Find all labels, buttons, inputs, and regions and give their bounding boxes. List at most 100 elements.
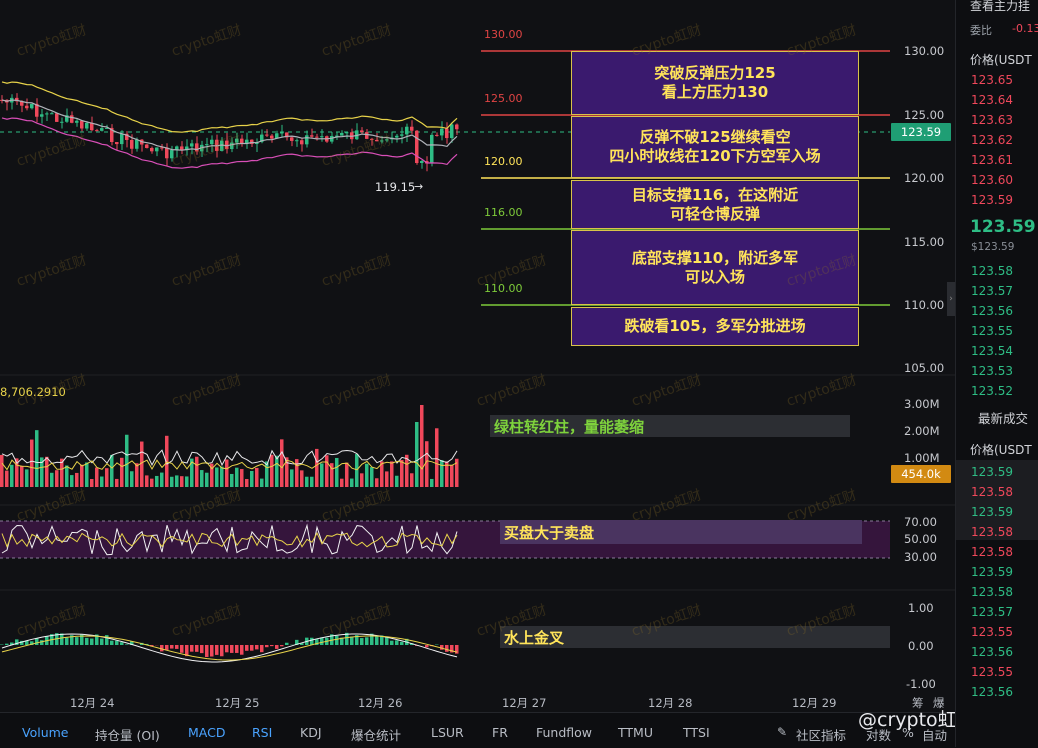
volume-bar bbox=[105, 468, 109, 487]
trade-price: 123.58 bbox=[971, 485, 1013, 499]
tab-community-indicators[interactable]: 社区指标 bbox=[796, 725, 846, 744]
tab-fundflow[interactable]: Fundflow bbox=[536, 725, 592, 740]
volume-bar bbox=[305, 477, 309, 487]
ask-price[interactable]: 123.63 bbox=[971, 113, 1013, 127]
bid-price[interactable]: 123.53 bbox=[971, 364, 1013, 378]
volume-bar bbox=[35, 430, 39, 487]
macd-histogram-bar bbox=[125, 644, 129, 645]
price-candle bbox=[80, 121, 84, 129]
volume-bar bbox=[20, 466, 24, 487]
tab-volume[interactable]: Volume bbox=[22, 725, 69, 740]
volume-note: 绿柱转红柱，量能萎缩 bbox=[490, 415, 850, 437]
volume-bar bbox=[225, 459, 229, 487]
price-candle bbox=[130, 140, 134, 149]
ask-price[interactable]: 123.65 bbox=[971, 73, 1013, 87]
price-candle bbox=[100, 128, 104, 131]
volume-bar bbox=[350, 479, 354, 487]
price-candle bbox=[455, 125, 459, 130]
volume-bar bbox=[130, 471, 134, 487]
price-candle bbox=[400, 134, 404, 135]
bid-price[interactable]: 123.55 bbox=[971, 324, 1013, 338]
panel-collapse-handle[interactable]: › bbox=[947, 282, 955, 316]
tab-kdj[interactable]: KDJ bbox=[300, 725, 322, 740]
tab-fr[interactable]: FR bbox=[492, 725, 508, 740]
volume-bar bbox=[230, 474, 234, 487]
volume-bar bbox=[440, 460, 444, 487]
tab-rsi[interactable]: RSI bbox=[252, 725, 272, 740]
volume-bar bbox=[410, 473, 414, 487]
volume-bar bbox=[365, 464, 369, 487]
volume-bar bbox=[70, 475, 74, 487]
price-candle bbox=[345, 132, 349, 133]
time-axis-label: 12月 26 bbox=[358, 695, 402, 711]
level-label-125: 125.00 bbox=[484, 92, 523, 105]
volume-bar bbox=[235, 468, 239, 487]
price-candle bbox=[150, 148, 154, 151]
chart-area[interactable]: 130.00 125.00 120.00 116.00 110.00 突破反弹压… bbox=[0, 0, 955, 712]
macd-histogram-bar bbox=[195, 645, 199, 652]
macd-histogram-bar bbox=[235, 645, 239, 653]
macd-histogram-bar bbox=[190, 645, 194, 652]
indicator-tab-bar: Volume 持仓量 (OI) MACD RSI KDJ 爆仓统计 LSUR F… bbox=[0, 712, 955, 748]
macd-histogram-bar bbox=[120, 642, 124, 645]
volume-tag: 454.0k bbox=[891, 465, 951, 483]
price-candle bbox=[310, 135, 314, 136]
volume-bar bbox=[185, 476, 189, 487]
tab-macd[interactable]: MACD bbox=[188, 725, 225, 740]
time-axis-label: 12月 28 bbox=[648, 695, 692, 711]
trade-price: 123.56 bbox=[971, 645, 1013, 659]
price-candle bbox=[385, 139, 389, 140]
volume-bar bbox=[340, 479, 344, 487]
macd-histogram-bar bbox=[425, 645, 429, 647]
price-candle bbox=[265, 135, 269, 136]
volume-bar bbox=[95, 468, 99, 487]
rsi-axis-label: 50.00 bbox=[904, 532, 937, 546]
ask-price[interactable]: 123.61 bbox=[971, 153, 1013, 167]
bid-price[interactable]: 123.58 bbox=[971, 264, 1013, 278]
bid-price[interactable]: 123.52 bbox=[971, 384, 1013, 398]
price-candle bbox=[305, 135, 309, 144]
time-axis-label: 12月 29 bbox=[792, 695, 836, 711]
price-candle bbox=[60, 122, 64, 123]
ask-price[interactable]: 123.59 bbox=[971, 193, 1013, 207]
volume-bar bbox=[395, 476, 399, 487]
annotation-line: 看上方压力130 bbox=[572, 83, 858, 102]
main-orders-link[interactable]: 查看主力挂 bbox=[970, 0, 1030, 14]
macd-axis-label: 0.00 bbox=[908, 639, 934, 653]
annotation-line: 跌破看105，多军分批进场 bbox=[572, 317, 858, 336]
macd-histogram-bar bbox=[60, 633, 64, 645]
volume-bar bbox=[205, 473, 209, 487]
ask-price[interactable]: 123.64 bbox=[971, 93, 1013, 107]
trade-price: 123.58 bbox=[971, 545, 1013, 559]
price-candle bbox=[360, 130, 364, 132]
macd-histogram-bar bbox=[100, 639, 104, 645]
price-candle bbox=[30, 104, 34, 108]
bid-price[interactable]: 123.57 bbox=[971, 284, 1013, 298]
price-candle bbox=[435, 135, 439, 136]
macd-histogram-bar bbox=[280, 645, 284, 646]
edit-indicators-icon[interactable]: ✎ bbox=[777, 725, 787, 739]
ask-price[interactable]: 123.60 bbox=[971, 173, 1013, 187]
bid-price[interactable]: 123.56 bbox=[971, 304, 1013, 318]
volume-bar bbox=[215, 467, 219, 487]
macd-axis-label: 1.00 bbox=[908, 601, 934, 615]
annotation-box-2: 反弹不破125继续看空 四小时收线在120下方空军入场 bbox=[571, 116, 859, 178]
latest-trades-title[interactable]: 最新成交 bbox=[978, 408, 1028, 427]
macd-histogram-bar bbox=[255, 645, 259, 649]
macd-histogram-bar bbox=[115, 641, 119, 645]
tab-lsur[interactable]: LSUR bbox=[431, 725, 464, 740]
time-axis-label: 12月 27 bbox=[502, 695, 546, 711]
bid-price[interactable]: 123.54 bbox=[971, 344, 1013, 358]
volume-bar bbox=[275, 456, 279, 487]
rsi-note: 买盘大于卖盘 bbox=[500, 520, 862, 544]
tab-open-interest[interactable]: 持仓量 (OI) bbox=[95, 725, 160, 744]
tab-liquidation-stats[interactable]: 爆仓统计 bbox=[351, 725, 401, 744]
ask-price[interactable]: 123.62 bbox=[971, 133, 1013, 147]
orderbook-mid-usd: $123.59 bbox=[971, 241, 1014, 253]
price-candle bbox=[40, 114, 44, 116]
macd-histogram-bar bbox=[285, 643, 289, 645]
tab-ttmu[interactable]: TTMU bbox=[618, 725, 653, 740]
price-candle bbox=[300, 140, 304, 144]
price-candle bbox=[225, 141, 229, 149]
tab-ttsi[interactable]: TTSI bbox=[683, 725, 710, 740]
